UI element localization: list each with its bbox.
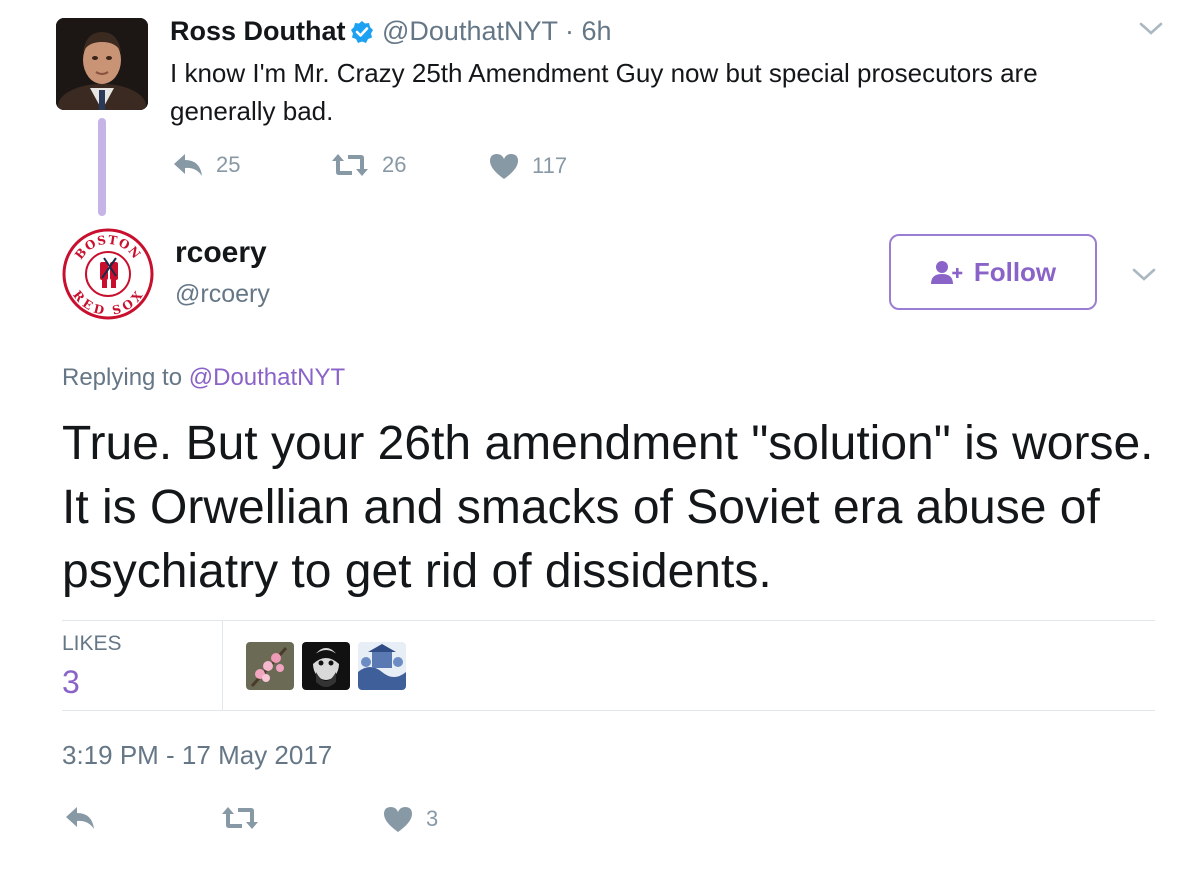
- parent-reply-button[interactable]: 25: [172, 152, 240, 178]
- heart-icon: [490, 154, 518, 179]
- tweet-author-handle[interactable]: @rcoery: [175, 280, 270, 309]
- chevron-down-icon[interactable]: [1131, 266, 1157, 284]
- tweet-author-name[interactable]: rcoery: [175, 236, 267, 270]
- parent-like-button[interactable]: 117: [488, 152, 567, 180]
- parent-tweet-author-name[interactable]: Ross Douthat: [170, 16, 346, 47]
- liker-avatar[interactable]: [302, 642, 350, 690]
- heart-icon: [384, 807, 412, 832]
- tweet-author-avatar[interactable]: BOSTON RED SOX: [62, 228, 154, 320]
- liker-avatar[interactable]: [246, 642, 294, 690]
- like-button[interactable]: 3: [382, 805, 438, 833]
- likes-count[interactable]: 3: [62, 664, 80, 701]
- tweet-timestamp[interactable]: 3:19 PM - 17 May 2017: [62, 740, 332, 771]
- reply-icon: [66, 807, 94, 829]
- reply-icon: [174, 154, 202, 176]
- parent-tweet-handle-time[interactable]: @DouthatNYT · 6h: [382, 16, 612, 47]
- parent-tweet-text: I know I'm Mr. Crazy 25th Amendment Guy …: [170, 58, 1038, 126]
- parent-retweet-count: 26: [382, 152, 407, 177]
- verified-badge-icon: [350, 20, 374, 44]
- retweet-button[interactable]: [220, 805, 272, 831]
- parent-retweet-button[interactable]: 26: [330, 152, 406, 178]
- liker-avatar[interactable]: [358, 642, 406, 690]
- reply-button[interactable]: [64, 805, 108, 831]
- parent-tweet-avatar[interactable]: [56, 18, 148, 110]
- tweet-text: True. But your 26th amendment "solution"…: [62, 417, 1154, 598]
- chevron-down-icon[interactable]: [1138, 20, 1164, 38]
- parent-like-count: 117: [532, 153, 568, 178]
- follow-button[interactable]: Follow: [889, 234, 1097, 310]
- likes-label: LIKES: [62, 632, 122, 655]
- likes-top-divider: [62, 620, 1155, 621]
- thread-connector-line: [98, 118, 106, 216]
- retweet-icon: [222, 807, 258, 829]
- retweet-icon: [332, 154, 368, 176]
- likes-bottom-divider: [62, 710, 1155, 711]
- parent-reply-count: 25: [216, 152, 241, 177]
- replying-to-line: Replying to @DouthatNYT: [62, 364, 345, 392]
- replying-to-link[interactable]: @DouthatNYT: [189, 364, 345, 391]
- likes-vertical-divider: [222, 621, 223, 711]
- add-user-icon: [930, 261, 963, 284]
- replying-to-prefix: Replying to: [62, 364, 183, 391]
- follow-button-label: Follow: [973, 256, 1057, 287]
- like-count: 3: [426, 806, 439, 831]
